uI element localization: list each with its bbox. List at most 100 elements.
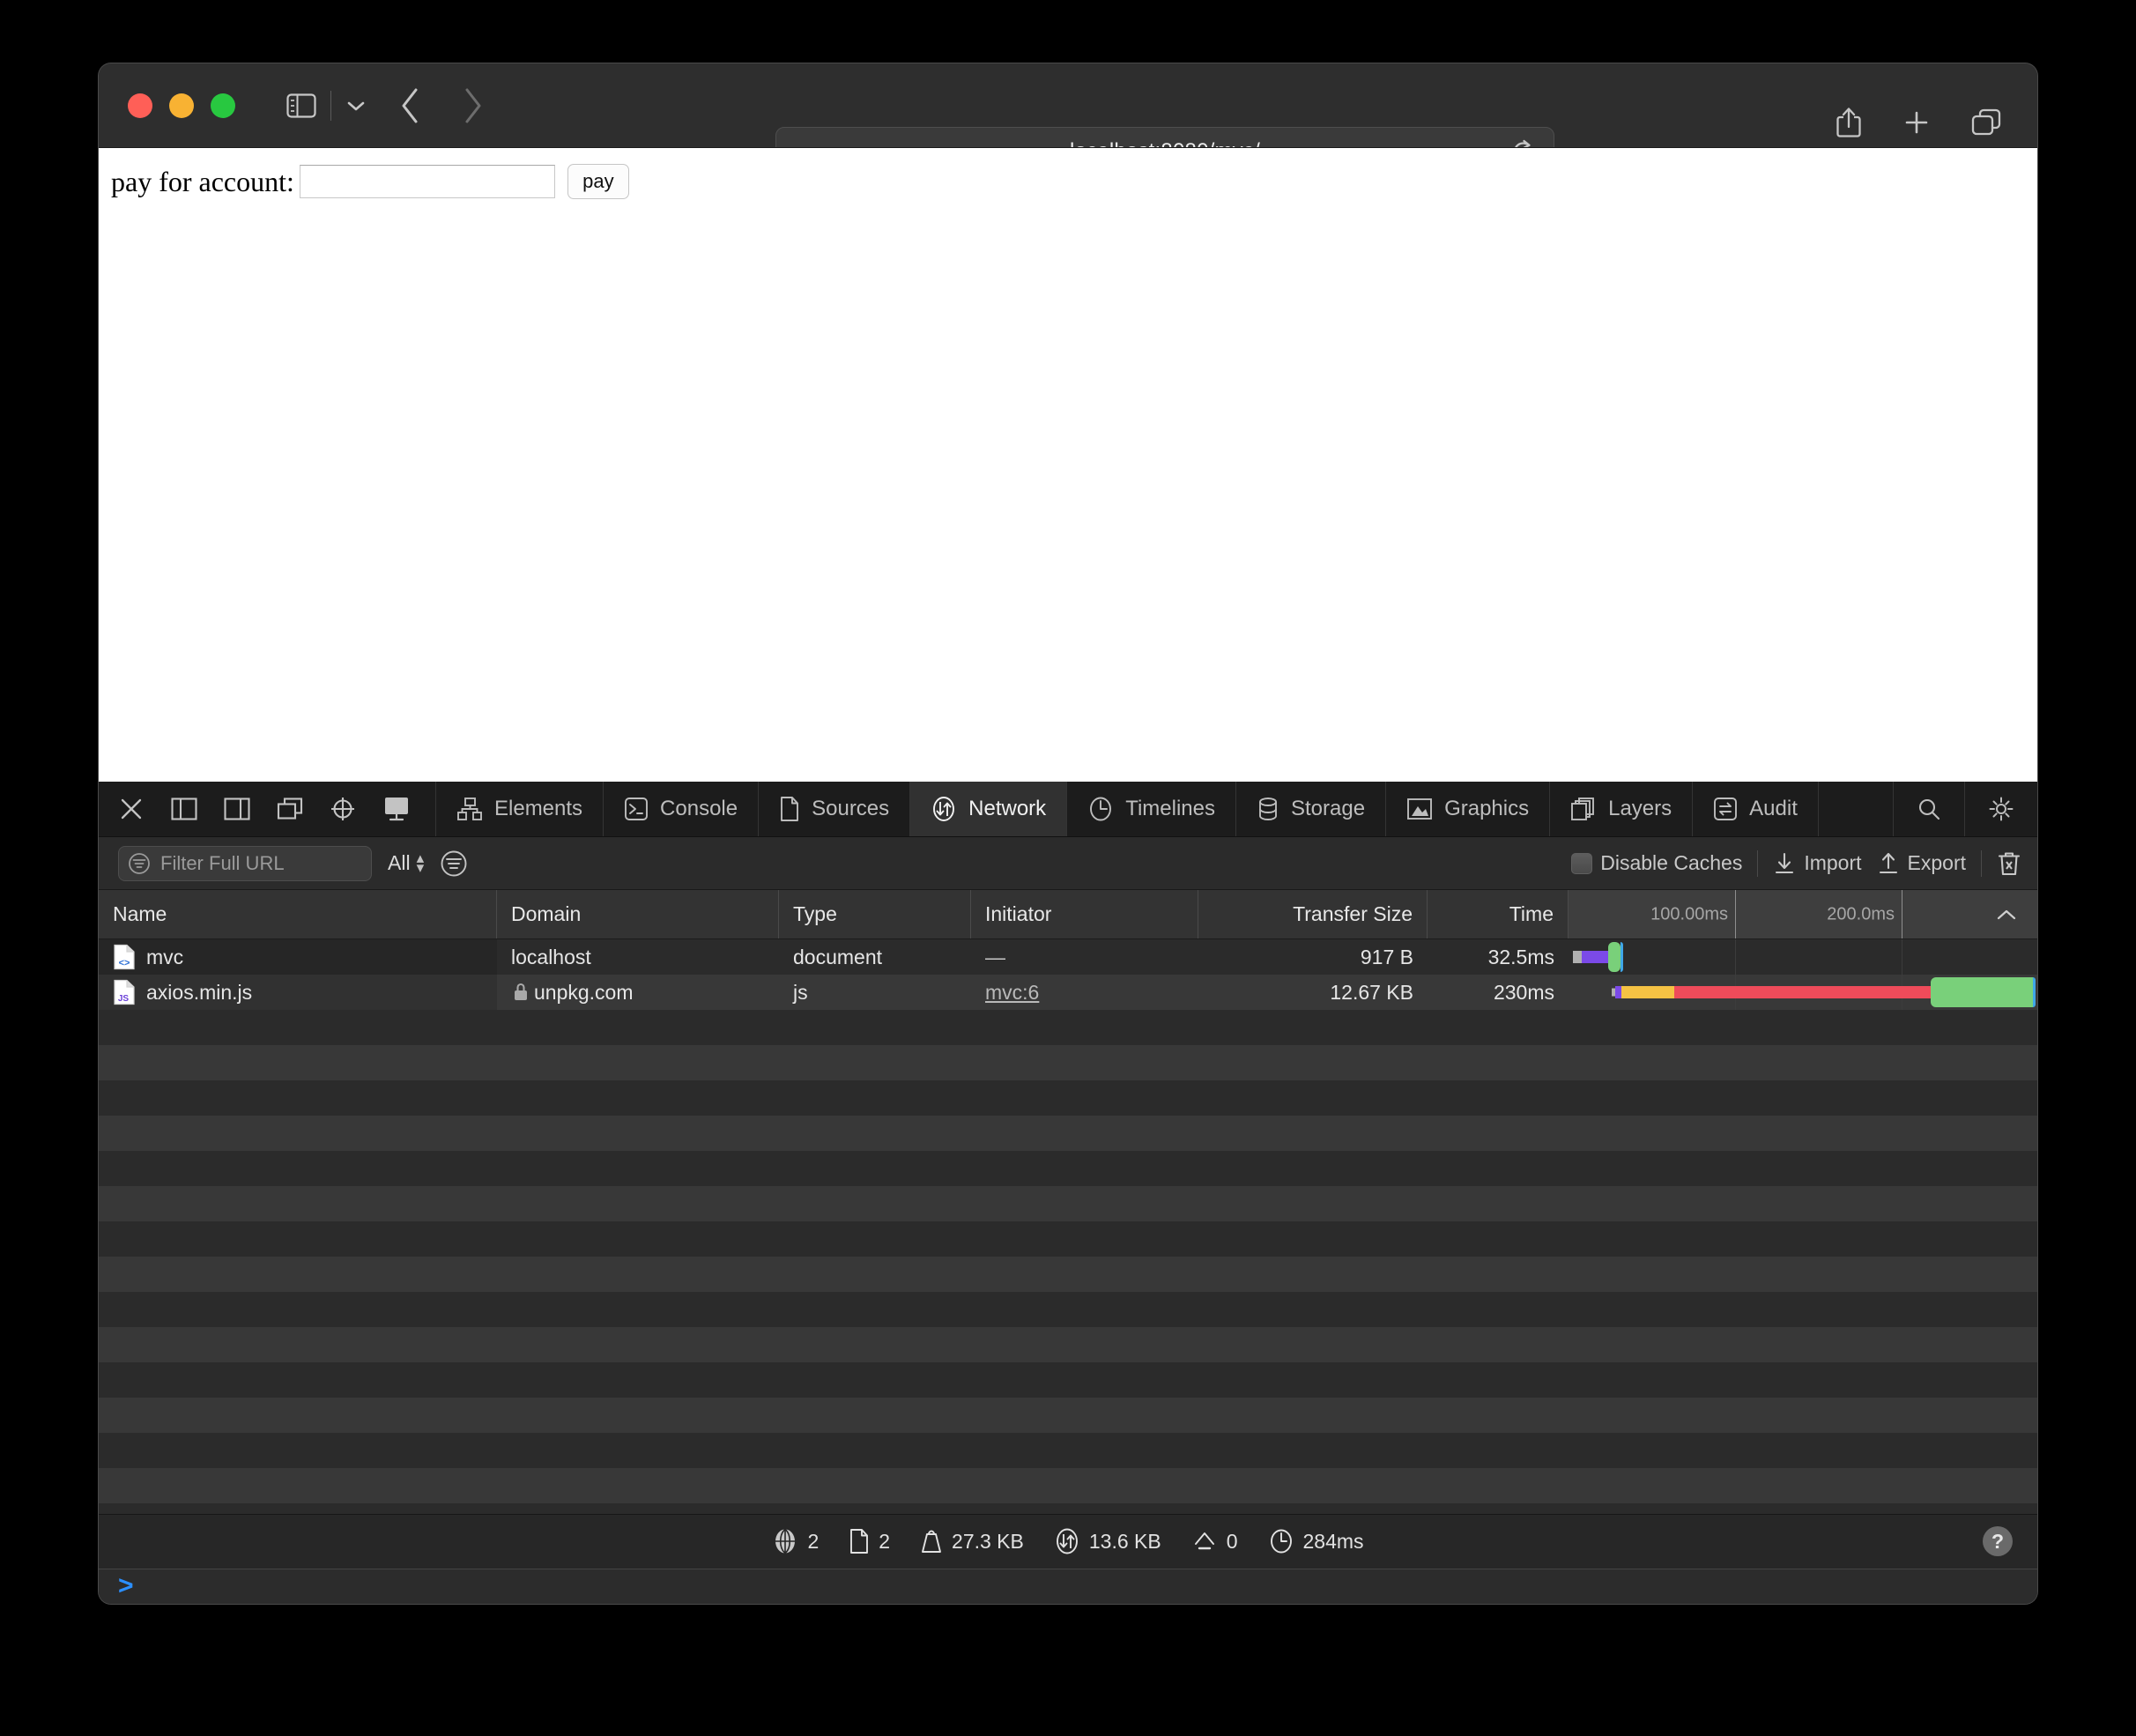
stepper-icon: ▴ ▾	[416, 849, 425, 876]
filter-url-input[interactable]: Filter Full URL	[118, 845, 372, 881]
minimize-window-button[interactable]	[169, 93, 194, 118]
filterbar-right-controls: Disable Caches Import Export	[1571, 849, 2021, 877]
dock-right-button[interactable]	[224, 797, 250, 821]
cell-type: js	[793, 980, 808, 1004]
grouping-button[interactable]	[440, 849, 468, 878]
divider	[1981, 849, 1982, 877]
tab-storage[interactable]: Storage	[1236, 782, 1387, 836]
table-body: <> mvc localhost document — 917 B 32.5ms	[99, 939, 2037, 1514]
clock-icon	[1270, 1529, 1292, 1554]
tab-label: Timelines	[1125, 797, 1215, 820]
console-prompt-bar[interactable]: >	[99, 1568, 2037, 1604]
devtools-settings-button[interactable]	[1965, 782, 2037, 836]
tab-label: Network	[968, 797, 1047, 820]
dock-left-button[interactable]	[171, 797, 197, 821]
devtools-tabbar: Elements Console Sources Network Timelin…	[99, 782, 2037, 837]
dock-left-icon	[171, 798, 197, 820]
device-icon	[385, 798, 408, 821]
column-header-transfer-size[interactable]: Transfer Size	[1198, 890, 1428, 938]
tab-label: Layers	[1608, 797, 1672, 820]
pay-for-account-label: pay for account:	[111, 165, 294, 197]
tab-elements[interactable]: Elements	[436, 782, 604, 836]
import-button[interactable]: Import	[1773, 851, 1862, 876]
undock-icon	[277, 798, 303, 820]
undock-button[interactable]	[277, 797, 303, 821]
table-row-empty	[99, 1116, 2037, 1151]
table-row-empty	[99, 1186, 2037, 1221]
column-header-time[interactable]: Time	[1428, 890, 1569, 938]
tab-layers[interactable]: Layers	[1550, 782, 1694, 836]
storage-icon	[1259, 798, 1277, 820]
tab-overview-button[interactable]	[1970, 108, 2002, 137]
cell-time: 32.5ms	[1487, 945, 1554, 968]
console-prompt-icon: >	[118, 1571, 134, 1601]
table-row-empty	[99, 1327, 2037, 1362]
stat-uploads: 0	[1191, 1529, 1238, 1554]
tab-label: Audit	[1749, 797, 1798, 820]
checkbox-icon	[1571, 852, 1593, 874]
forward-button[interactable]	[462, 86, 485, 125]
sidebar-menu-button[interactable]	[345, 99, 367, 113]
stat-transferred: 13.6 KB	[1054, 1527, 1161, 1555]
table-row[interactable]: JS axios.min.js unpkg.com js mvc:6 12.67…	[99, 975, 2037, 1010]
column-header-waterfall[interactable]: 100.00ms 200.0ms	[1569, 890, 2037, 938]
table-row-empty	[99, 1503, 2037, 1514]
sources-icon	[781, 797, 799, 821]
device-mode-button[interactable]	[382, 796, 411, 822]
column-header-domain[interactable]: Domain	[497, 890, 779, 938]
resource-type-select[interactable]: All ▴ ▾	[388, 849, 425, 876]
close-devtools-button[interactable]	[118, 796, 145, 822]
account-input[interactable]	[299, 165, 555, 198]
pay-form: pay for account: pay	[99, 148, 2037, 199]
clear-network-button[interactable]	[1997, 850, 2021, 877]
cell-transfer-size: 917 B	[1360, 945, 1413, 968]
disable-caches-toggle[interactable]: Disable Caches	[1571, 851, 1742, 875]
initiator-link[interactable]: mvc:6	[985, 981, 1039, 1005]
toolbar-divider	[330, 90, 331, 121]
network-transfer-icon	[1056, 1528, 1078, 1554]
tab-timelines[interactable]: Timelines	[1067, 782, 1236, 836]
waterfall-segment-request	[1674, 986, 1931, 998]
column-header-name[interactable]: Name	[99, 890, 497, 938]
stat-value: 2	[879, 1529, 891, 1553]
pay-button[interactable]: pay	[567, 164, 629, 199]
help-button[interactable]: ?	[1983, 1526, 2013, 1557]
tab-label: Storage	[1291, 797, 1366, 820]
new-tab-button[interactable]	[1902, 108, 1931, 137]
table-row[interactable]: <> mvc localhost document — 917 B 32.5ms	[99, 939, 2037, 975]
share-button[interactable]	[1835, 106, 1863, 139]
table-row-empty	[99, 1080, 2037, 1116]
waterfall-segment-edge	[1621, 942, 1623, 972]
waterfall-segment-queue	[1573, 951, 1582, 963]
collapse-waterfall-button[interactable]	[1995, 908, 2018, 922]
tab-console[interactable]: Console	[604, 782, 760, 836]
column-header-initiator[interactable]: Initiator	[971, 890, 1198, 938]
devtools-search-button[interactable]	[1894, 782, 1965, 836]
gear-icon	[1989, 797, 2014, 821]
tab-audit[interactable]: Audit	[1693, 782, 1819, 836]
tabbar-spacer	[1819, 782, 1894, 836]
back-button[interactable]	[398, 86, 421, 125]
row-name-text: mvc	[146, 945, 184, 968]
export-button[interactable]: Export	[1877, 851, 1966, 876]
maximize-window-button[interactable]	[211, 93, 235, 118]
filter-icon	[129, 852, 150, 874]
forward-arrow-icon	[465, 88, 481, 122]
tab-sources[interactable]: Sources	[759, 782, 911, 836]
column-header-type[interactable]: Type	[779, 890, 971, 938]
close-icon	[121, 798, 142, 820]
sidebar-toggle-button[interactable]	[286, 93, 316, 118]
cell-domain: localhost	[511, 945, 591, 968]
tab-network[interactable]: Network	[910, 782, 1068, 836]
inspect-icon	[331, 798, 354, 820]
stat-value: 0	[1226, 1529, 1238, 1553]
cell-initiator: —	[971, 939, 1198, 975]
tab-graphics[interactable]: Graphics	[1386, 782, 1551, 836]
close-window-button[interactable]	[128, 93, 152, 118]
stat-documents: 2	[849, 1528, 890, 1554]
tab-label: Graphics	[1444, 797, 1530, 820]
cell-name: JS axios.min.js	[99, 975, 497, 1010]
waterfall-segment-edge	[2032, 977, 2036, 1007]
network-filter-bar: Filter Full URL All ▴ ▾ Disable Caches I…	[99, 837, 2037, 890]
inspect-element-button[interactable]	[330, 796, 356, 822]
